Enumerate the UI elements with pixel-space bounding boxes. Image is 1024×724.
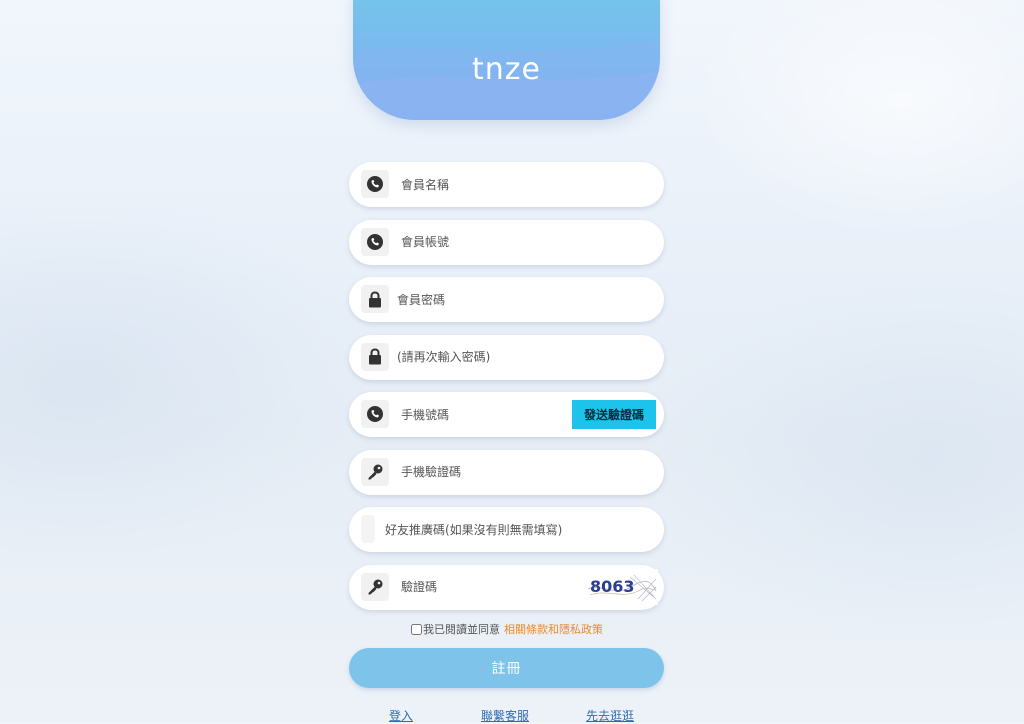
- member-account-input[interactable]: [401, 219, 601, 265]
- login-link[interactable]: 登入: [389, 707, 413, 724]
- mobile-number-field: 發送驗證碼: [349, 392, 664, 437]
- sms-code-input[interactable]: [401, 449, 601, 495]
- member-account-field: [349, 219, 664, 265]
- terms-link[interactable]: 相關條款和隱私政策: [504, 621, 603, 637]
- register-button[interactable]: 註冊: [349, 648, 664, 688]
- agree-text: 我已閱讀並同意: [423, 623, 500, 636]
- send-code-button[interactable]: 發送驗證碼: [572, 400, 656, 429]
- member-password-input[interactable]: [397, 277, 597, 322]
- agree-terms: 我已閱讀並同意 相關條款和隱私政策: [411, 621, 603, 637]
- confirm-password-field: [349, 334, 664, 380]
- captcha-text: 8063: [590, 577, 635, 596]
- confirm-password-input[interactable]: [397, 334, 597, 380]
- captcha-image[interactable]: 8063: [586, 568, 658, 605]
- referral-blank-icon: [361, 515, 375, 543]
- phone-icon: [361, 227, 389, 256]
- member-name-input[interactable]: [401, 162, 601, 207]
- agree-checkbox[interactable]: [411, 623, 422, 635]
- browse-first-link[interactable]: 先去逛逛: [586, 707, 634, 724]
- footer-links: 登入 聯繫客服 先去逛逛: [0, 707, 1024, 723]
- register-form: 發送驗證碼 8063: [349, 162, 664, 622]
- brand-logo: tnze: [472, 52, 541, 87]
- member-name-field: [349, 162, 664, 207]
- mobile-number-input[interactable]: [401, 392, 561, 437]
- key-icon: [361, 572, 389, 601]
- phone-icon: [361, 400, 389, 428]
- member-password-field: [349, 277, 664, 322]
- referral-code-input[interactable]: [385, 507, 645, 552]
- lock-icon: [361, 285, 389, 313]
- lock-icon: [361, 342, 389, 371]
- contact-support-link[interactable]: 聯繫客服: [481, 707, 529, 724]
- key-icon: [361, 457, 389, 486]
- brand-header: tnze: [353, 0, 660, 120]
- captcha-input[interactable]: [401, 564, 571, 610]
- captcha-field: 8063: [349, 564, 664, 610]
- sms-code-field: [349, 449, 664, 495]
- referral-code-field: [349, 507, 664, 552]
- phone-icon: [361, 170, 389, 198]
